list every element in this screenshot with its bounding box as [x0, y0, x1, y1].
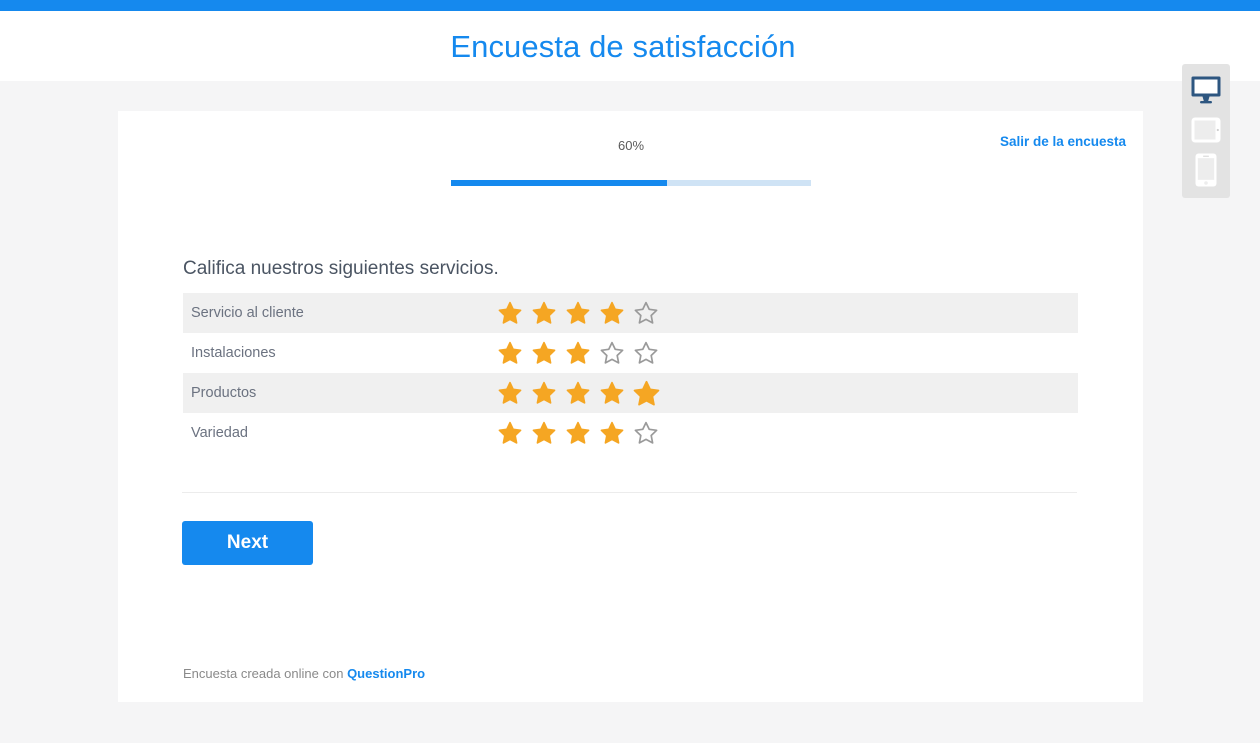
star-filled-icon[interactable]: [527, 381, 561, 405]
tablet-view-button[interactable]: [1186, 112, 1226, 152]
star-rating-group: [493, 421, 663, 445]
rating-row-label: Servicio al cliente: [191, 305, 304, 321]
star-filled-icon[interactable]: [561, 341, 595, 365]
star-filled-icon[interactable]: [527, 301, 561, 325]
star-filled-icon[interactable]: [595, 301, 629, 325]
mobile-icon: [1195, 153, 1217, 192]
star-filled-icon[interactable]: [527, 341, 561, 365]
star-rating-group: [493, 341, 663, 365]
footer-text: Encuesta creada online con: [183, 666, 348, 681]
tablet-icon: [1191, 117, 1221, 148]
desktop-icon: [1190, 75, 1222, 110]
device-preview-switcher: [1182, 64, 1230, 198]
page-title: Encuesta de satisfacción: [450, 29, 796, 64]
survey-card: 60% Salir de la encuesta Califica nuestr…: [118, 111, 1143, 702]
next-button[interactable]: Next: [182, 521, 313, 565]
star-filled-icon[interactable]: [493, 301, 527, 325]
star-empty-icon[interactable]: [629, 301, 663, 325]
star-filled-icon[interactable]: [561, 381, 595, 405]
questionpro-link[interactable]: QuestionPro: [347, 666, 425, 681]
rating-row-label: Variedad: [191, 425, 248, 441]
star-filled-icon[interactable]: [527, 421, 561, 445]
star-filled-icon[interactable]: [493, 341, 527, 365]
exit-survey-link[interactable]: Salir de la encuesta: [1000, 134, 1126, 149]
progress-track: [451, 180, 811, 186]
star-rating-group: [493, 301, 663, 325]
star-filled-icon[interactable]: [561, 301, 595, 325]
star-filled-icon[interactable]: [561, 421, 595, 445]
rating-table: Servicio al cliente Instalaciones Producto…: [183, 293, 1078, 453]
star-filled-icon[interactable]: [595, 381, 629, 405]
progress-fill: [451, 180, 667, 186]
rating-row-label: Instalaciones: [191, 345, 276, 361]
table-row: Servicio al cliente: [183, 293, 1078, 333]
star-filled-icon[interactable]: [629, 380, 663, 407]
star-filled-icon[interactable]: [493, 421, 527, 445]
progress-label: 60%: [617, 138, 645, 153]
top-accent-bar: [0, 0, 1260, 11]
star-empty-icon[interactable]: [629, 341, 663, 365]
desktop-view-button[interactable]: [1186, 72, 1226, 112]
table-row: Instalaciones: [183, 333, 1078, 373]
table-row: Variedad: [183, 413, 1078, 453]
star-empty-icon[interactable]: [629, 421, 663, 445]
star-rating-group: [493, 380, 663, 407]
section-divider: [182, 492, 1077, 493]
page-header: Encuesta de satisfacción: [0, 11, 1260, 81]
star-filled-icon[interactable]: [493, 381, 527, 405]
mobile-view-button[interactable]: [1186, 152, 1226, 192]
star-empty-icon[interactable]: [595, 341, 629, 365]
progress-bar: 60%: [451, 138, 811, 186]
table-row: Productos: [183, 373, 1078, 413]
question-title: Califica nuestros siguientes servicios.: [183, 258, 499, 279]
star-filled-icon[interactable]: [595, 421, 629, 445]
rating-row-label: Productos: [191, 385, 257, 401]
footer-credit: Encuesta creada online con QuestionPro: [183, 666, 425, 681]
